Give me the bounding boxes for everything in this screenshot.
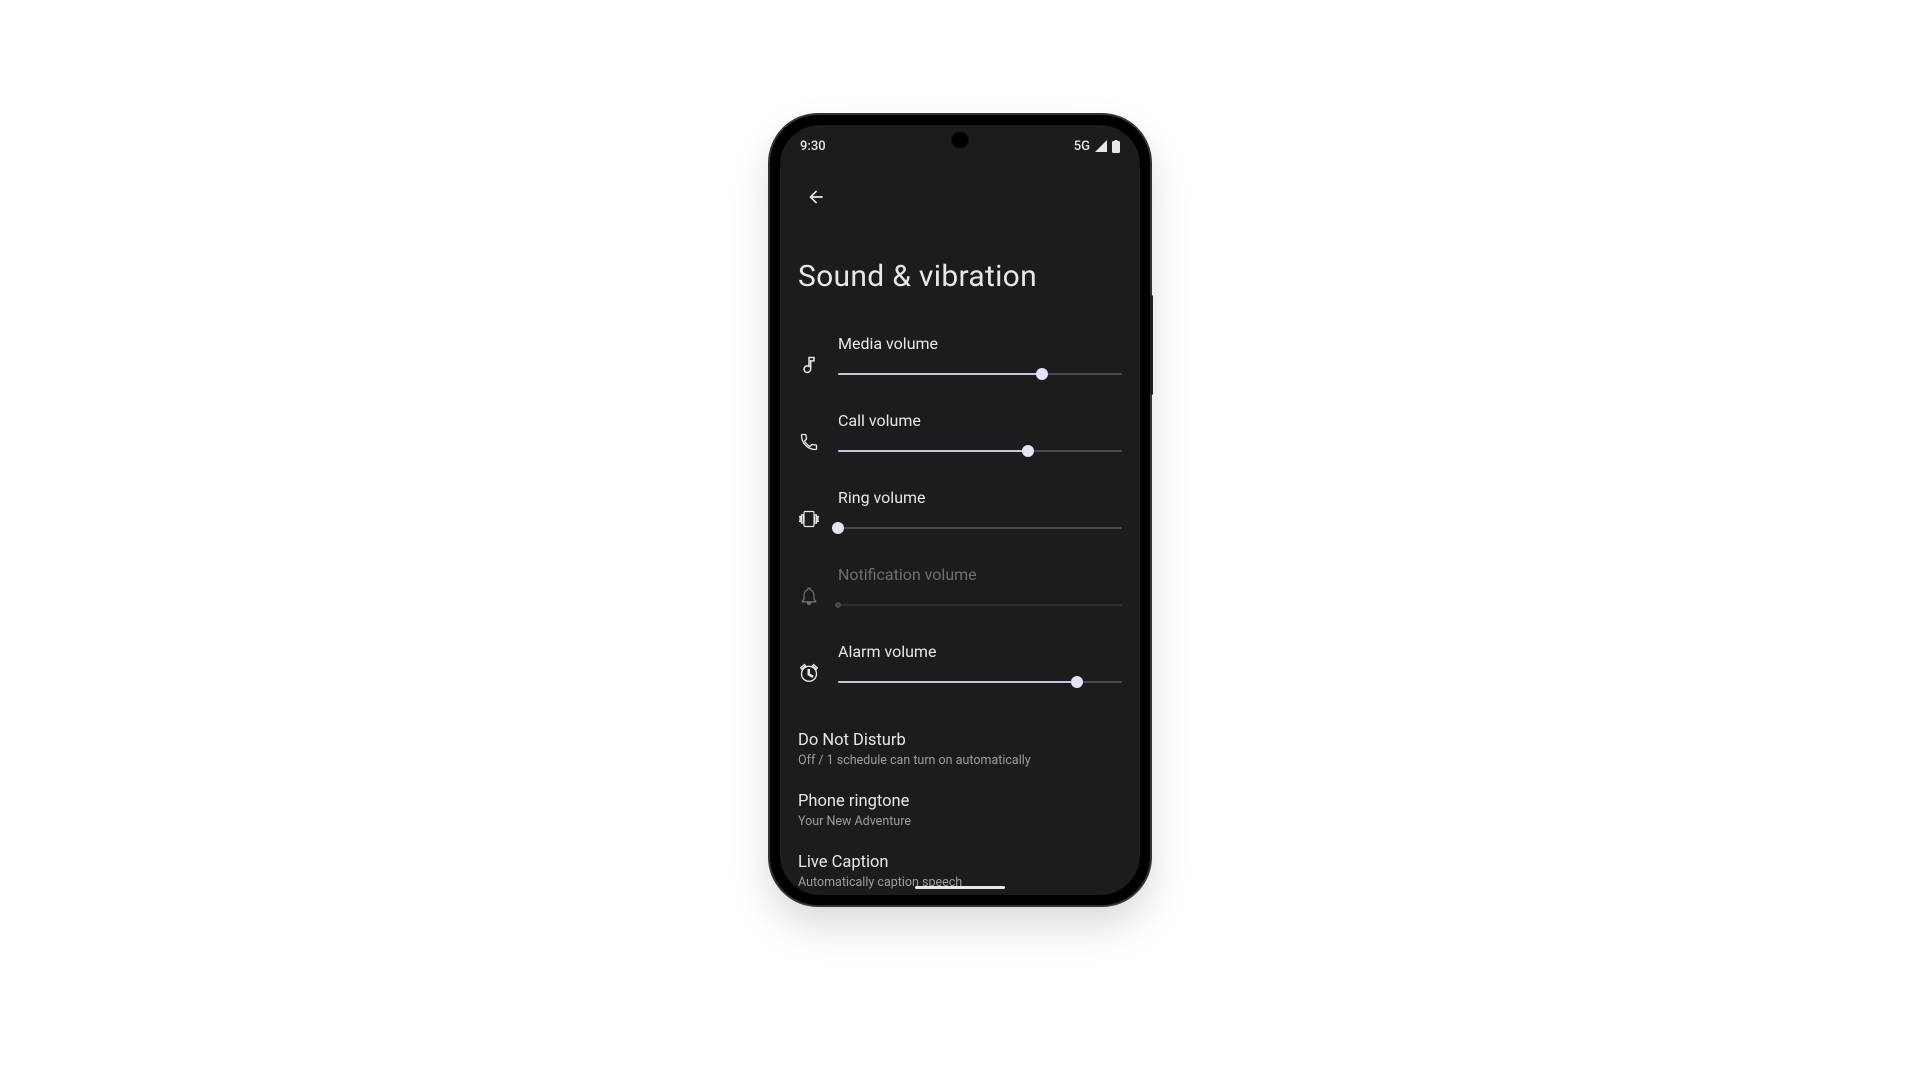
setting-ringtone[interactable]: Phone ringtone Your New Adventure	[798, 780, 1122, 841]
alarm-icon	[798, 642, 820, 683]
slider-fill	[838, 373, 1042, 375]
content: Sound & vibration Media volume Call volu…	[780, 259, 1140, 895]
slider-media[interactable]	[838, 373, 1122, 375]
status-time: 9:30	[800, 139, 826, 154]
slider-alarm[interactable]	[838, 681, 1122, 683]
setting-subtitle: Your New Adventure	[798, 814, 1122, 829]
settings-container: Do Not Disturb Off / 1 schedule can turn …	[798, 719, 1122, 895]
slider-row-call: Call volume	[798, 411, 1122, 452]
slider-body: Media volume	[838, 334, 1122, 375]
bell-icon	[798, 565, 820, 606]
page-title: Sound & vibration	[798, 259, 1122, 294]
screen: 9:30 5G Sound & vibration	[780, 125, 1140, 895]
slider-row-alarm: Alarm volume	[798, 642, 1122, 683]
slider-label-notification: Notification volume	[838, 565, 1122, 584]
battery-icon	[1112, 140, 1120, 153]
slider-body: Notification volume	[838, 565, 1122, 606]
setting-title: Do Not Disturb	[798, 731, 1122, 750]
back-button[interactable]	[794, 175, 838, 219]
setting-title: Live Caption	[798, 853, 1122, 872]
nav-handle[interactable]	[915, 886, 1005, 889]
slider-thumb	[832, 522, 844, 534]
slider-label-media: Media volume	[838, 334, 1122, 353]
slider-label-call: Call volume	[838, 411, 1122, 430]
app-bar	[780, 167, 1140, 227]
slider-fill	[838, 450, 1028, 452]
vibrate-icon	[798, 488, 820, 529]
slider-body: Call volume	[838, 411, 1122, 452]
phone-icon	[798, 411, 820, 452]
slider-thumb	[835, 602, 841, 608]
slider-row-ring: Ring volume	[798, 488, 1122, 529]
phone-frame: 9:30 5G Sound & vibration	[770, 115, 1150, 905]
slider-thumb	[1071, 676, 1083, 688]
arrow-left-icon	[806, 187, 826, 207]
music-note-icon	[798, 334, 820, 375]
slider-thumb	[1022, 445, 1034, 457]
slider-body: Ring volume	[838, 488, 1122, 529]
network-label: 5G	[1074, 139, 1090, 154]
setting-title: Phone ringtone	[798, 792, 1122, 811]
slider-thumb	[1036, 368, 1048, 380]
slider-body: Alarm volume	[838, 642, 1122, 683]
camera-notch	[951, 131, 969, 149]
slider-fill	[838, 681, 1077, 683]
sliders-container: Media volume Call volume Ring volume	[798, 334, 1122, 683]
slider-label-alarm: Alarm volume	[838, 642, 1122, 661]
slider-notification	[838, 604, 1122, 606]
slider-ring[interactable]	[838, 527, 1122, 529]
setting-dnd[interactable]: Do Not Disturb Off / 1 schedule can turn …	[798, 719, 1122, 780]
slider-label-ring: Ring volume	[838, 488, 1122, 507]
slider-row-media: Media volume	[798, 334, 1122, 375]
slider-call[interactable]	[838, 450, 1122, 452]
setting-subtitle: Off / 1 schedule can turn on automatical…	[798, 753, 1122, 768]
signal-icon	[1094, 140, 1108, 152]
status-right: 5G	[1074, 139, 1120, 154]
slider-row-notification: Notification volume	[798, 565, 1122, 606]
